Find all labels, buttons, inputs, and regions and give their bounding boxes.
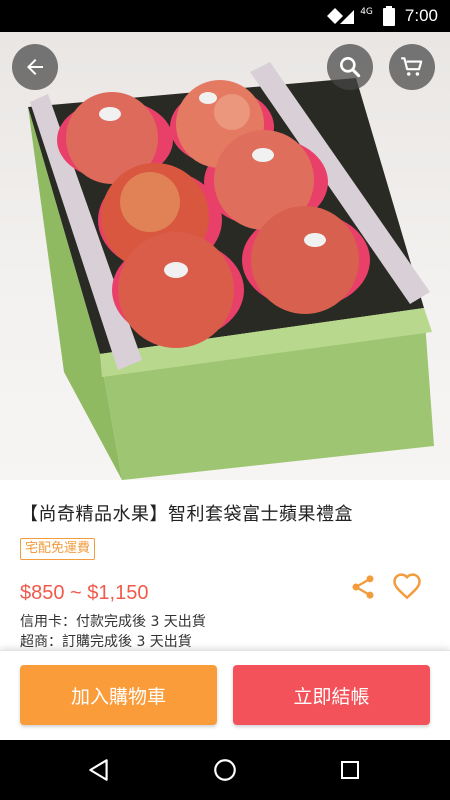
free-shipping-badge: 宅配免運費 [20,538,96,560]
product-page: 4G 7:00 【尚奇精品水果】智利套袋富士蘋果禮盒 宅配免運費 $850 ~ … [0,0,450,800]
delivery-info: 信用卡：付款完成後 3 天出貨 超商：訂購完成後 3 天出貨 [20,612,206,652]
nav-recents-icon [341,761,359,779]
apple-gift-box-image [28,62,434,480]
system-nav-bar [0,740,450,800]
nav-home-icon [214,759,236,781]
cart-icon [401,57,423,76]
nav-back-icon [89,759,108,781]
search-icon [340,57,361,78]
nav-back-button[interactable] [79,750,119,790]
status-bar: 4G 7:00 [0,0,450,32]
add-to-cart-button[interactable]: 加入購物車 [20,665,217,725]
search-button[interactable] [327,44,373,90]
share-button[interactable] [348,572,378,602]
signal-icon [327,8,355,24]
checkout-button[interactable]: 立即結帳 [233,665,430,725]
nav-recents-button[interactable] [330,750,370,790]
share-icon [352,575,374,599]
network-label: 4G [360,7,373,17]
back-button[interactable] [12,44,58,90]
heart-outline-icon [393,573,421,600]
product-image [0,32,450,480]
cart-button[interactable] [389,44,435,90]
product-title: 【尚奇精品水果】智利套袋富士蘋果禮盒 [20,504,353,525]
action-bar: 加入購物車 立即結帳 [0,650,450,740]
product-price: $850 ~ $1,150 [20,582,149,604]
delivery-convenience-store: 超商：訂購完成後 3 天出貨 [20,634,192,650]
nav-home-button[interactable] [205,750,245,790]
delivery-credit-card: 信用卡：付款完成後 3 天出貨 [20,614,206,630]
favorite-button[interactable] [392,572,422,602]
arrow-left-icon [27,59,43,75]
battery-icon [382,6,395,26]
product-info: 【尚奇精品水果】智利套袋富士蘋果禮盒 宅配免運費 $850 ~ $1,150 信… [0,480,450,650]
status-time: 7:00 [404,6,438,25]
